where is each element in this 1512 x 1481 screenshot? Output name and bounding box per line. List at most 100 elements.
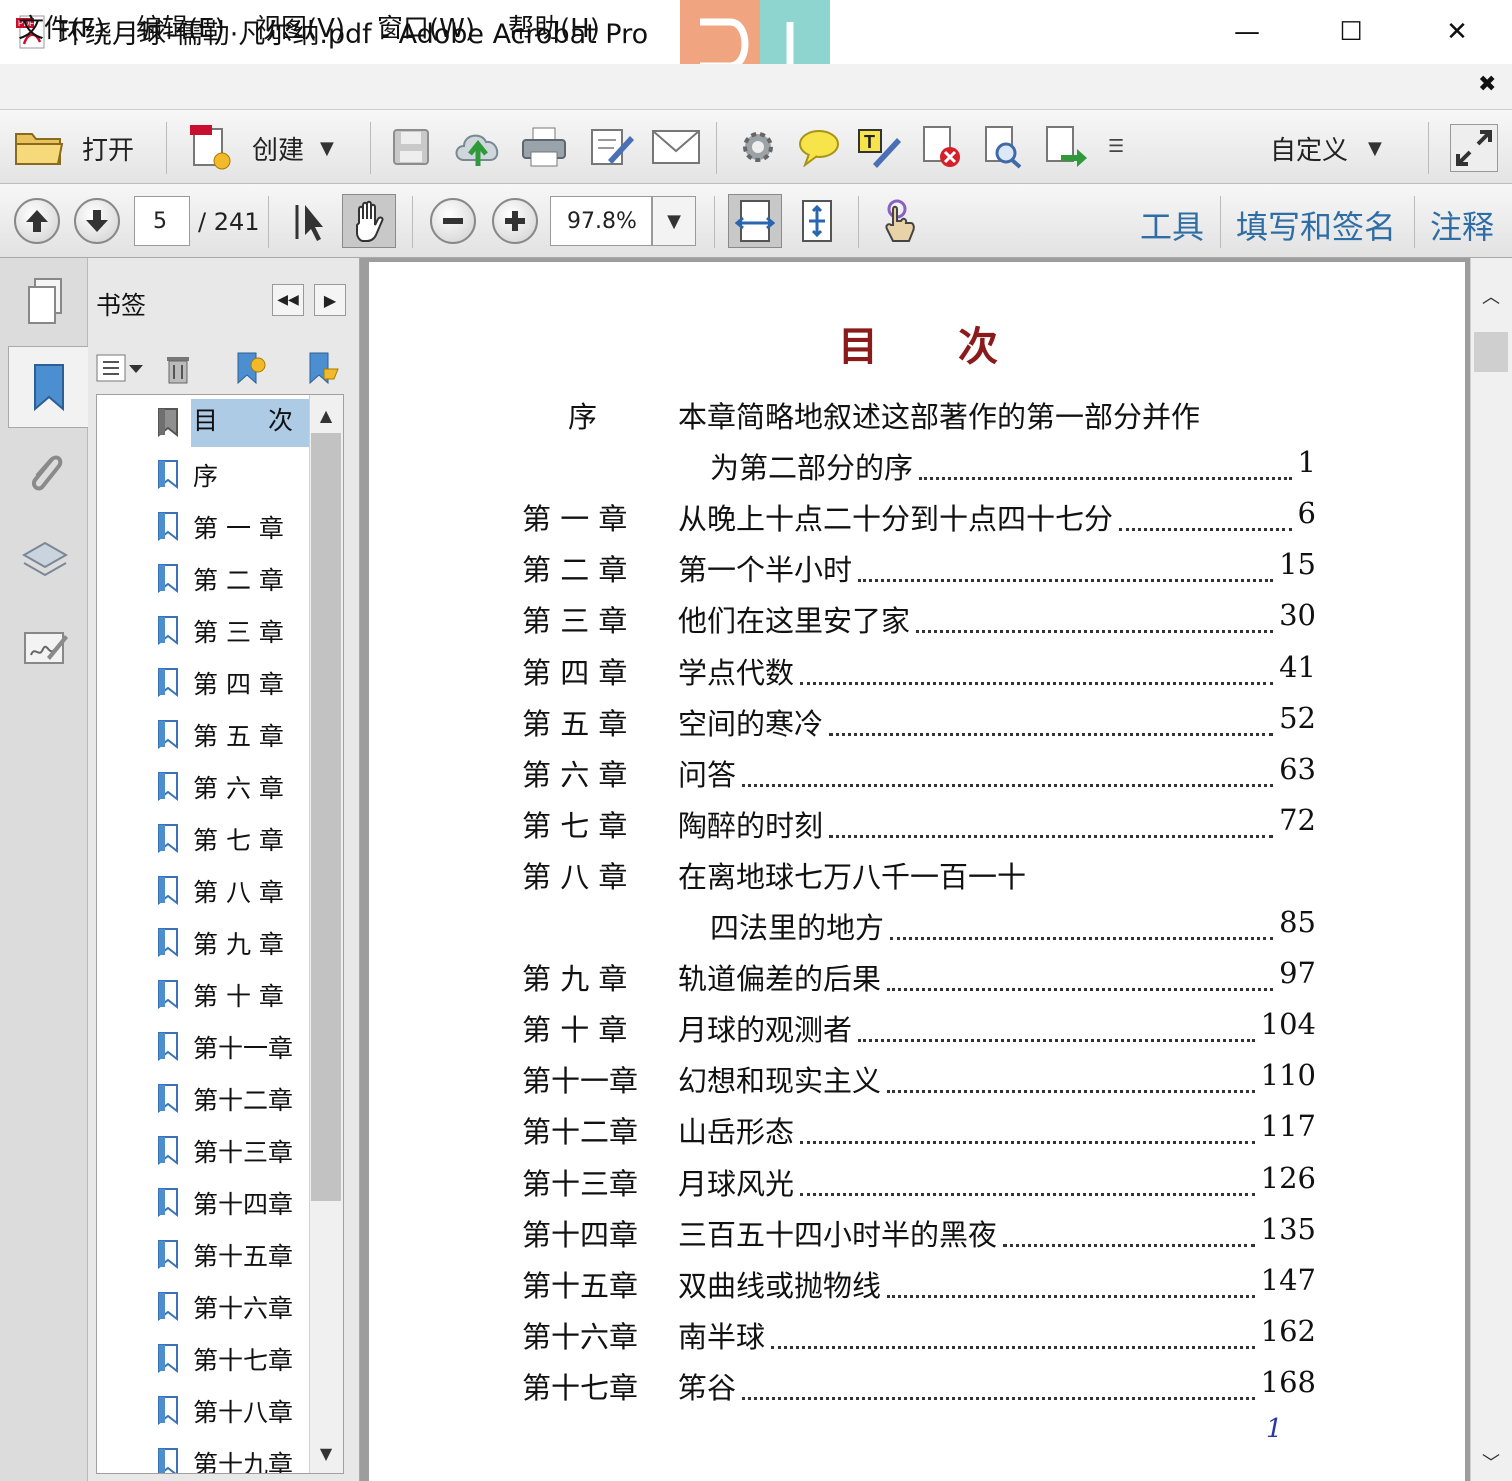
menu-edit[interactable]: 编辑(E) (136, 8, 225, 45)
toc-entry-title[interactable]: 山岳形态 (678, 1109, 794, 1151)
bookmark-item[interactable]: 第 九 章 (97, 919, 309, 971)
menu-view[interactable]: 视图(V) (255, 8, 345, 45)
bookmark-scrollbar-thumb[interactable] (311, 433, 341, 1201)
toc-entry-title[interactable]: 他们在这里安了家 (678, 598, 910, 640)
open-button[interactable]: 打开 (82, 130, 134, 167)
page-number-input[interactable]: 5 (134, 196, 190, 246)
toc-entry-title-continued[interactable]: 为第二部分的序 (710, 445, 913, 487)
scroll-down-icon[interactable]: ﹀ (1474, 1448, 1508, 1476)
collapse-panel-icon[interactable]: ◀◀ (272, 284, 304, 316)
gear-icon[interactable] (736, 124, 780, 170)
previous-page-button[interactable] (14, 198, 60, 244)
scroll-up-icon[interactable]: ︿ (1474, 282, 1508, 310)
comment-icon[interactable] (796, 124, 842, 170)
fit-page-icon[interactable] (792, 196, 842, 246)
toc-entry-title[interactable]: 问答 (678, 752, 736, 794)
zoom-out-button[interactable] (430, 198, 476, 244)
toc-entry-title-continued[interactable]: 四法里的地方 (710, 905, 884, 947)
bookmark-options-icon[interactable] (94, 350, 146, 386)
bookmark-item[interactable]: 第 四 章 (97, 659, 309, 711)
maximize-button[interactable]: ☐ (1328, 10, 1374, 54)
menu-window[interactable]: 窗口(W) (377, 8, 475, 45)
more-icon[interactable]: ☰ (1108, 136, 1124, 157)
next-page-button[interactable] (74, 198, 120, 244)
document-scrollbar-thumb[interactable] (1474, 332, 1508, 372)
zoom-dropdown-chevron-icon[interactable]: ▼ (652, 196, 696, 246)
typewriter-icon[interactable]: T (856, 124, 902, 170)
trash-icon[interactable] (162, 350, 194, 386)
bookmark-item[interactable]: 第十八章 (97, 1387, 309, 1439)
bookmark-item[interactable]: 第十一章 (97, 1023, 309, 1075)
select-cursor-icon[interactable] (286, 198, 332, 246)
bookmarks-tab-icon[interactable] (8, 346, 88, 428)
bookmark-item[interactable]: 序 (97, 451, 309, 503)
scroll-down-icon[interactable]: ▼ (311, 1439, 341, 1467)
toc-entry-title[interactable]: 本章简略地叙述这部著作的第一部分并作 (678, 394, 1200, 436)
folder-open-icon[interactable] (12, 124, 66, 170)
toc-entry-title[interactable]: 笫谷 (678, 1365, 736, 1407)
toc-entry-title[interactable]: 南半球 (678, 1314, 765, 1356)
toc-entry-title[interactable]: 月球风光 (678, 1161, 794, 1203)
bookmark-item[interactable]: 第 七 章 (97, 815, 309, 867)
bookmark-item[interactable]: 第十四章 (97, 1179, 309, 1231)
page-thumbnails-icon[interactable] (14, 272, 76, 332)
toc-entry-title[interactable]: 在离地球七万八千一百一十 (678, 854, 1026, 896)
bookmark-item[interactable]: 第十五章 (97, 1231, 309, 1283)
expand-icon[interactable] (1450, 124, 1498, 172)
print-icon[interactable] (520, 124, 568, 170)
fill-sign-panel-link[interactable]: 填写和签名 (1236, 202, 1396, 248)
minimize-button[interactable]: — (1224, 10, 1270, 54)
tools-panel-link[interactable]: 工具 (1140, 202, 1204, 248)
close-button[interactable]: ✕ (1434, 10, 1480, 54)
bookmark-item[interactable]: 第十七章 (97, 1335, 309, 1387)
toc-entry-title[interactable]: 学点代数 (678, 650, 794, 692)
bookmark-item[interactable]: 第 二 章 (97, 555, 309, 607)
toc-entry-title[interactable]: 三百五十四小时半的黑夜 (678, 1212, 997, 1254)
bookmark-item[interactable]: 第十三章 (97, 1127, 309, 1179)
toc-entry-title[interactable]: 从晚上十点二十分到十点四十七分 (678, 496, 1113, 538)
bookmark-item[interactable]: 第十二章 (97, 1075, 309, 1127)
bookmark-from-selection-icon[interactable] (302, 350, 342, 386)
menubar-close-icon[interactable]: ✖ (1478, 72, 1496, 97)
chevron-down-icon[interactable]: ▼ (1368, 138, 1382, 159)
search-page-icon[interactable] (980, 124, 1026, 170)
bookmark-item[interactable]: 第 十 章 (97, 971, 309, 1023)
comment-panel-link[interactable]: 注释 (1430, 202, 1494, 248)
toc-entry-title[interactable]: 轨道偏差的后果 (678, 956, 881, 998)
toc-entry-title[interactable]: 陶醉的时刻 (678, 803, 823, 845)
bookmark-item[interactable]: 第十九章 (97, 1439, 309, 1473)
toc-entry-title[interactable]: 第一个半小时 (678, 547, 852, 589)
toc-entry-title[interactable]: 幻想和现实主义 (678, 1058, 881, 1100)
create-pdf-icon[interactable] (186, 122, 236, 172)
scroll-up-icon[interactable]: ▲ (311, 401, 341, 429)
bookmark-item[interactable]: 第 三 章 (97, 607, 309, 659)
hand-tool-icon[interactable] (342, 194, 396, 248)
bookmark-item[interactable]: 第十六章 (97, 1283, 309, 1335)
attachments-icon[interactable] (14, 442, 76, 504)
delete-page-icon[interactable] (918, 124, 964, 170)
save-icon[interactable] (388, 124, 434, 170)
export-icon[interactable] (1042, 124, 1088, 170)
create-button[interactable]: 创建 (252, 130, 304, 167)
cloud-upload-icon[interactable] (452, 124, 504, 170)
bookmark-item[interactable]: 第 六 章 (97, 763, 309, 815)
email-icon[interactable] (650, 124, 702, 170)
customize-button[interactable]: 自定义 (1270, 130, 1348, 167)
layers-icon[interactable] (14, 528, 76, 590)
touch-mode-icon[interactable] (874, 196, 924, 246)
toc-entry-title[interactable]: 双曲线或抛物线 (678, 1263, 881, 1305)
document-scrollbar[interactable] (1470, 258, 1512, 1481)
panel-forward-icon[interactable]: ▶ (314, 284, 346, 316)
bookmark-item[interactable]: 第 一 章 (97, 503, 309, 555)
toc-entry-title[interactable]: 空间的寒冷 (678, 701, 823, 743)
menu-file[interactable]: 文件(F) (18, 8, 105, 45)
menu-help[interactable]: 帮助(H) (508, 8, 600, 45)
bookmark-item[interactable]: 目 次 (97, 399, 309, 451)
chevron-down-icon[interactable]: ▼ (320, 138, 334, 159)
bookmark-item[interactable]: 第 八 章 (97, 867, 309, 919)
fit-width-icon[interactable] (728, 194, 782, 248)
signatures-icon[interactable] (14, 618, 76, 680)
zoom-input[interactable]: 97.8% (550, 196, 652, 246)
edit-icon[interactable] (588, 124, 636, 170)
toc-entry-title[interactable]: 月球的观测者 (678, 1007, 852, 1049)
